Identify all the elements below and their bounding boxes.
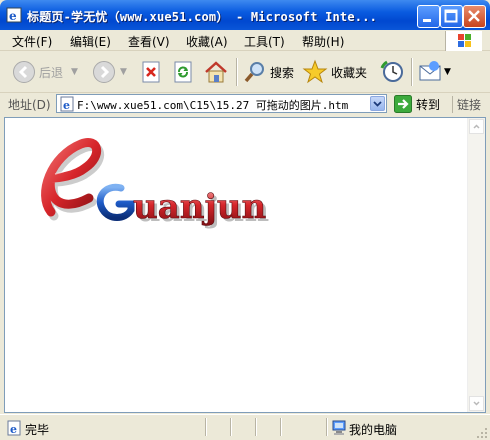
menu-help[interactable]: 帮助(H) [302, 33, 344, 50]
eguanjun-logo[interactable]: uanjun uanjun [33, 134, 313, 234]
resize-grip-icon[interactable] [476, 427, 488, 439]
search-button[interactable]: 搜索 [243, 58, 294, 86]
status-divider [255, 418, 257, 436]
status-divider [230, 418, 232, 436]
address-dropdown-button[interactable] [370, 96, 385, 111]
vertical-scrollbar[interactable] [467, 118, 485, 412]
windows-logo [445, 31, 482, 51]
address-label: 地址(D) [8, 98, 51, 112]
address-bar: 地址(D) e F:\www.xue51.com\C15\15.27 可拖动的图… [0, 93, 490, 115]
menu-edit[interactable]: 编辑(E) [70, 33, 111, 50]
forward-button[interactable]: ▼ [92, 58, 127, 86]
status-divider [280, 418, 282, 436]
status-divider [326, 418, 328, 436]
maximize-icon [444, 9, 458, 23]
scroll-up-button[interactable] [469, 119, 484, 134]
favorites-button[interactable]: 收藏夹 [302, 58, 367, 86]
stop-icon [142, 61, 160, 83]
minimize-button[interactable] [417, 5, 440, 28]
toolbar: 后退 ▼ ▼ 搜索 收藏夹 ▼ [0, 52, 490, 93]
address-input[interactable]: e F:\www.xue51.com\C15\15.27 可拖动的图片.htm [56, 94, 387, 113]
window-title: 标题页-学无忧（www.xue51.com） - Microsoft Inte.… [27, 10, 378, 24]
toolbar-separator [236, 58, 238, 86]
page-icon: e [60, 96, 74, 112]
search-icon [244, 62, 264, 83]
refresh-icon [174, 61, 192, 83]
history-button[interactable] [379, 58, 405, 86]
toolbar-separator [411, 58, 413, 86]
chevron-down-icon [373, 101, 382, 107]
scroll-down-button[interactable] [469, 396, 484, 411]
windows-flag-icon [458, 34, 471, 47]
svg-text:uanjun: uanjun [133, 187, 266, 227]
svg-text:e: e [63, 99, 70, 112]
status-text: 完毕 [25, 423, 50, 437]
stop-button[interactable] [140, 58, 162, 86]
page-content: uanjun uanjun [4, 117, 486, 413]
security-zone: 我的电脑 [349, 423, 398, 437]
ie-icon: e [6, 7, 22, 23]
title-bar[interactable]: e 标题页-学无忧（www.xue51.com） - Microsoft Int… [0, 0, 490, 30]
forward-arrow-icon [93, 61, 115, 83]
svg-text:e: e [9, 9, 17, 23]
menu-tools[interactable]: 工具(T) [244, 33, 285, 50]
maximize-button[interactable] [440, 5, 463, 28]
favorites-label: 收藏夹 [331, 65, 368, 80]
page-done-icon: e [7, 420, 21, 436]
home-button[interactable] [203, 58, 229, 86]
go-label: 转到 [416, 97, 441, 112]
address-value: F:\www.xue51.com\C15\15.27 可拖动的图片.htm [77, 99, 349, 112]
back-button[interactable]: 后退 ▼ [12, 58, 78, 86]
menu-file[interactable]: 文件(F) [12, 33, 52, 50]
mail-button[interactable]: ▼ [418, 58, 451, 86]
menu-favorites[interactable]: 收藏(A) [186, 33, 228, 50]
forward-dropdown-icon[interactable]: ▼ [120, 67, 127, 77]
links-button[interactable]: 链接 [452, 96, 481, 113]
history-icon [380, 60, 403, 82]
menu-view[interactable]: 查看(V) [128, 33, 170, 50]
back-label: 后退 [39, 65, 64, 80]
chevron-up-icon [473, 124, 480, 129]
back-arrow-icon [13, 61, 35, 83]
star-icon [302, 59, 328, 84]
minimize-icon [423, 19, 431, 22]
my-computer-icon [332, 420, 346, 435]
status-divider [205, 418, 207, 436]
menu-bar: 文件(F) 编辑(E) 查看(V) 收藏(A) 工具(T) 帮助(H) [0, 30, 490, 51]
mail-icon [419, 61, 441, 81]
refresh-button[interactable] [172, 58, 194, 86]
status-bar: e 完毕 我的电脑 [0, 414, 490, 440]
go-arrow-icon [394, 95, 412, 113]
svg-text:e: e [10, 423, 17, 436]
back-dropdown-icon[interactable]: ▼ [71, 67, 78, 77]
chevron-down-icon [473, 401, 480, 406]
close-button[interactable] [463, 5, 486, 28]
search-label: 搜索 [270, 65, 295, 80]
close-icon [468, 10, 480, 22]
browser-window: e 标题页-学无忧（www.xue51.com） - Microsoft Int… [0, 0, 490, 440]
mail-dropdown-icon[interactable]: ▼ [444, 67, 451, 77]
go-button[interactable]: 转到 [394, 95, 440, 113]
home-icon [205, 61, 227, 83]
